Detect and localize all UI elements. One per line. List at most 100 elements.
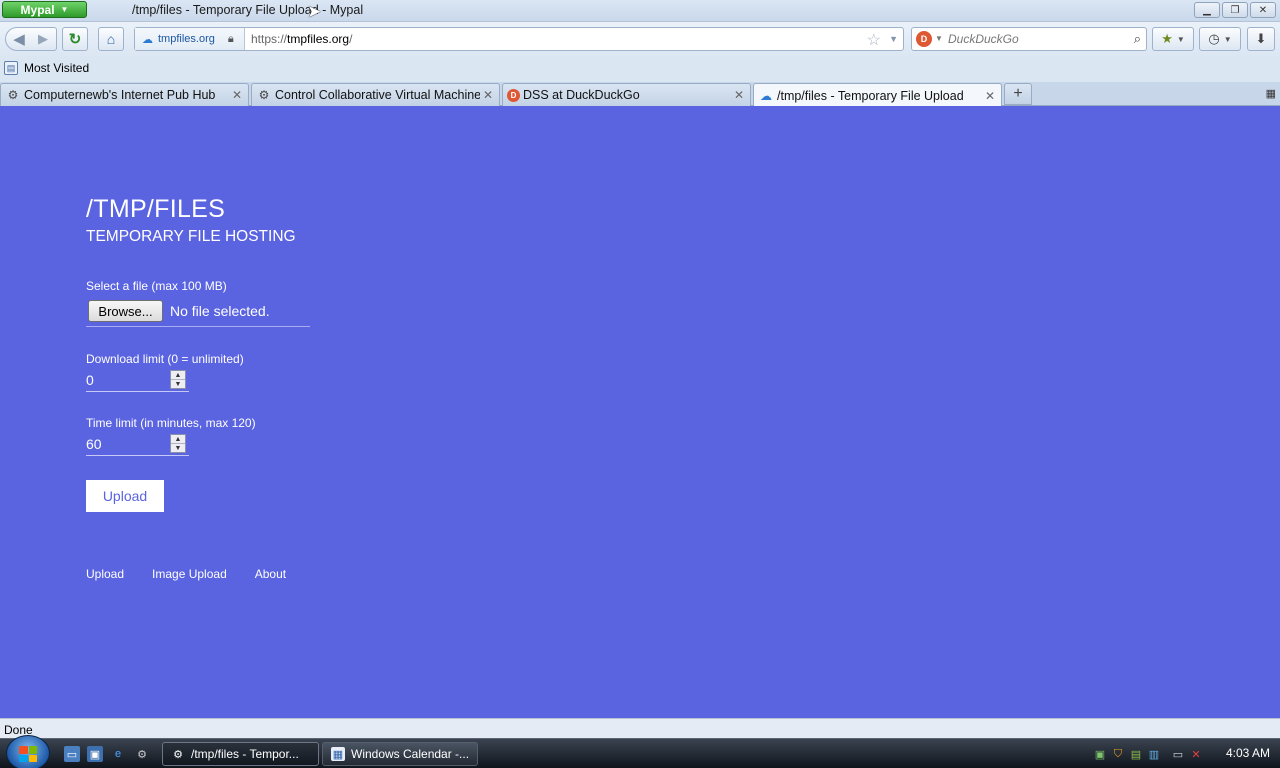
tray-app-icon[interactable]: ▤ xyxy=(1128,746,1144,762)
back-button[interactable]: ◀ xyxy=(7,27,31,51)
task-label: Windows Calendar -... xyxy=(351,747,470,761)
time-limit-label: Time limit (in minutes, max 120) xyxy=(86,416,256,430)
file-label: Select a file (max 100 MB) xyxy=(86,279,227,293)
download-limit-value: 0 xyxy=(86,372,94,388)
lock-icon: 🔒︎ xyxy=(227,32,234,45)
start-button[interactable] xyxy=(6,735,50,768)
page-subtitle: TEMPORARY FILE HOSTING xyxy=(86,228,296,245)
close-window-button[interactable]: ✕ xyxy=(1250,2,1276,18)
clock[interactable]: 4:03 AM xyxy=(1226,746,1270,760)
engine-caret-icon[interactable]: ▼ xyxy=(935,34,943,43)
history-button[interactable]: ◷ ▼ xyxy=(1199,27,1241,51)
cloud-icon: ☁ xyxy=(760,88,772,103)
gear-icon: ⚙ xyxy=(7,88,19,102)
upload-button[interactable]: Upload xyxy=(86,480,164,512)
url-text[interactable]: https://tmpfiles.org/ xyxy=(251,32,352,46)
downloads-button[interactable]: ⬇ xyxy=(1247,27,1275,51)
time-limit-stepper[interactable]: ▲ ▼ xyxy=(170,434,186,453)
window-title: /tmp/files - Temporary File Upload - Myp… xyxy=(132,3,364,17)
arrow-right-icon: ▶ xyxy=(38,31,48,46)
bookmarks-menu-button[interactable]: ★ ▼ xyxy=(1152,27,1194,51)
reload-button[interactable]: ↻ xyxy=(62,27,88,51)
page-title: /TMP/FILES xyxy=(86,195,226,223)
mouse-cursor-icon: ➤ xyxy=(307,2,322,21)
task-label: /tmp/files - Tempor... xyxy=(191,747,299,761)
file-status: No file selected. xyxy=(170,303,270,319)
search-bar[interactable]: D ▼ DuckDuckGo ⌕ xyxy=(911,27,1147,51)
footer-link-image-upload[interactable]: Image Upload xyxy=(152,567,227,581)
url-domain: tmpfiles.org xyxy=(287,32,350,46)
duckduckgo-icon: D xyxy=(507,88,520,102)
gear-icon: ⚙ xyxy=(173,748,183,761)
site-identity-button[interactable]: ☁ tmpfiles.org 🔒︎ xyxy=(135,28,245,50)
tray-shield-icon[interactable]: ⛉ xyxy=(1110,746,1126,762)
stepper-up-icon[interactable]: ▲ xyxy=(171,371,185,380)
switch-windows-icon[interactable]: ▣ xyxy=(87,746,103,762)
clock-icon: ◷ xyxy=(1208,31,1220,46)
browse-button[interactable]: Browse... xyxy=(88,300,163,322)
taskbar-item-calendar[interactable]: ▦ Windows Calendar -... xyxy=(322,742,478,766)
internet-explorer-icon[interactable]: e xyxy=(110,746,126,762)
tab-label: Computernewb's Internet Pub Hub xyxy=(24,88,216,102)
download-limit-label: Download limit (0 = unlimited) xyxy=(86,352,244,366)
status-bar: Done xyxy=(0,718,1280,738)
url-dropdown-icon[interactable]: ▼ xyxy=(889,34,898,44)
windows-logo-icon xyxy=(19,746,37,762)
tab-collab-vm[interactable]: ⚙ Control Collaborative Virtual Machines… xyxy=(251,83,500,106)
window-controls: ▁ ❐ ✕ xyxy=(1194,2,1276,18)
forward-button[interactable]: ▶ xyxy=(31,31,55,47)
bookmarks-star-icon: ★ xyxy=(1161,31,1173,46)
title-bar: Mypal ▼ /tmp/files - Temporary File Uplo… xyxy=(0,0,1280,22)
tab-duckduckgo[interactable]: D DSS at DuckDuckGo ✕ xyxy=(502,83,751,106)
close-tab-icon[interactable]: ✕ xyxy=(982,89,998,103)
stepper-down-icon[interactable]: ▼ xyxy=(171,444,185,453)
arrow-left-icon: ◀ xyxy=(13,31,25,48)
tray-update-icon[interactable]: ▥ xyxy=(1146,746,1162,762)
bookmark-star-icon[interactable]: ☆ xyxy=(867,30,881,50)
close-tab-icon[interactable]: ✕ xyxy=(480,88,496,102)
tab-tmpfiles[interactable]: ☁ /tmp/files - Temporary File Upload ✕ xyxy=(753,83,1002,107)
tray-monitor-icon[interactable]: ▭ xyxy=(1170,746,1186,762)
minimize-button[interactable]: ▁ xyxy=(1194,2,1220,18)
taskbar: ▭ ▣ e ⚙ ⚙ /tmp/files - Tempor... ▦ Windo… xyxy=(0,735,1280,768)
tray-network-icon[interactable]: ▣ xyxy=(1092,746,1108,762)
download-limit-stepper[interactable]: ▲ ▼ xyxy=(170,370,186,389)
new-tab-button[interactable]: + xyxy=(1004,83,1032,105)
site-identity-host: tmpfiles.org xyxy=(158,33,215,45)
bookmark-label: Most Visited xyxy=(24,61,90,75)
bookmarks-toolbar: ▤ Most Visited xyxy=(0,58,1280,82)
address-bar[interactable]: ☁ tmpfiles.org 🔒︎ https://tmpfiles.org/ … xyxy=(134,27,904,51)
stepper-down-icon[interactable]: ▼ xyxy=(171,380,185,389)
home-button[interactable]: ⌂ xyxy=(98,27,124,51)
close-tab-icon[interactable]: ✕ xyxy=(229,88,245,102)
tab-label: Control Collaborative Virtual Machines! xyxy=(275,88,480,102)
time-limit-value: 60 xyxy=(86,436,102,452)
app-menu-button[interactable]: Mypal ▼ xyxy=(2,1,87,18)
caret-down-icon: ▼ xyxy=(1176,34,1185,44)
tab-label: DSS at DuckDuckGo xyxy=(523,88,640,102)
reload-icon: ↻ xyxy=(68,31,82,48)
close-tab-icon[interactable]: ✕ xyxy=(731,88,747,102)
footer-links: Upload Image Upload About xyxy=(86,567,286,581)
download-limit-field[interactable]: 0 ▲ ▼ xyxy=(86,370,189,392)
search-placeholder: DuckDuckGo xyxy=(948,32,1019,46)
tray-volume-muted-icon[interactable]: ✕ xyxy=(1188,746,1204,762)
bookmark-most-visited[interactable]: ▤ Most Visited xyxy=(4,61,89,75)
download-arrow-icon: ⬇ xyxy=(1255,31,1267,46)
time-limit-field[interactable]: 60 ▲ ▼ xyxy=(86,434,189,456)
calendar-icon: ▦ xyxy=(331,747,345,761)
taskbar-item-browser[interactable]: ⚙ /tmp/files - Tempor... xyxy=(162,742,319,766)
tab-computernewb[interactable]: ⚙ Computernewb's Internet Pub Hub ✕ xyxy=(0,83,249,106)
plus-icon: + xyxy=(1013,85,1023,102)
duckduckgo-icon[interactable]: D xyxy=(916,31,932,47)
stepper-up-icon[interactable]: ▲ xyxy=(171,435,185,444)
restore-button[interactable]: ❐ xyxy=(1222,2,1248,18)
bookmark-folder-icon: ▤ xyxy=(4,61,18,75)
search-icon[interactable]: ⌕ xyxy=(1134,31,1141,47)
file-underline xyxy=(86,326,310,327)
gear-icon[interactable]: ⚙ xyxy=(134,746,150,762)
list-all-tabs-icon[interactable]: ▦ xyxy=(1266,87,1276,100)
footer-link-about[interactable]: About xyxy=(255,567,286,581)
show-desktop-icon[interactable]: ▭ xyxy=(64,746,80,762)
footer-link-upload[interactable]: Upload xyxy=(86,567,124,581)
